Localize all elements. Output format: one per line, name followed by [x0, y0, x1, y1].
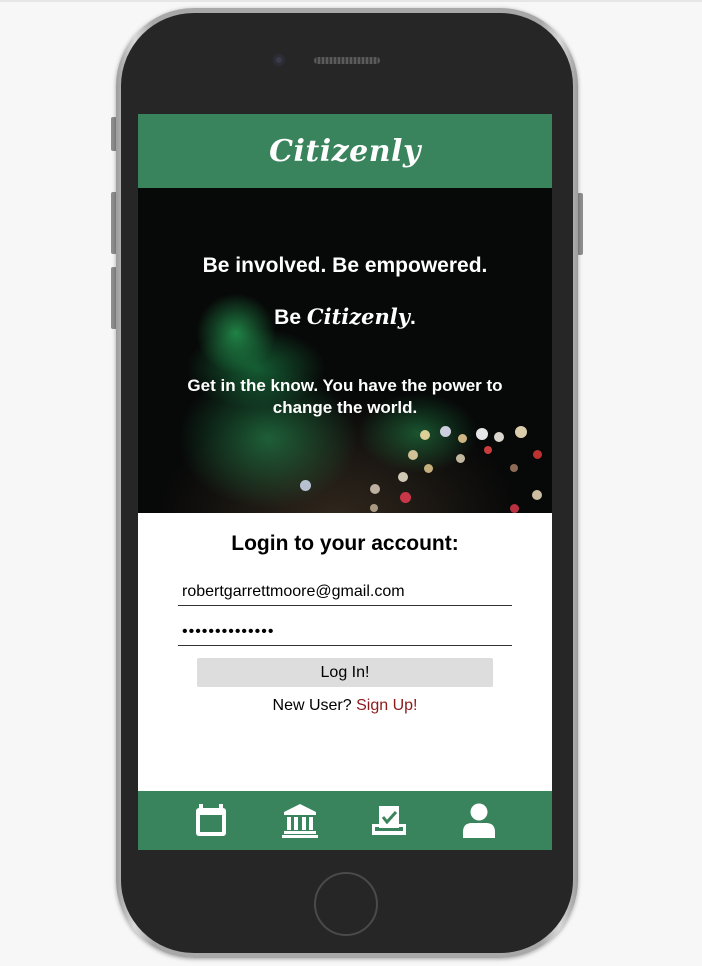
- email-field[interactable]: [178, 578, 512, 606]
- bokeh-light: [494, 432, 504, 442]
- ballot-box-icon: [372, 806, 406, 835]
- login-button[interactable]: Log In!: [197, 658, 493, 687]
- bottom-tab-bar: [138, 791, 552, 850]
- hero-brand-suffix: .: [409, 306, 416, 329]
- bokeh-light: [400, 492, 411, 503]
- bokeh-light: [456, 454, 465, 463]
- hero-banner: Be involved. Be empowered. Be Citizenly.…: [138, 188, 552, 513]
- bokeh-light: [515, 426, 527, 438]
- front-camera: [273, 54, 285, 66]
- calendar-icon: [196, 804, 226, 836]
- password-field[interactable]: [178, 618, 512, 646]
- tab-government[interactable]: [282, 802, 318, 838]
- tab-profile[interactable]: [461, 802, 497, 838]
- bokeh-light: [476, 428, 488, 440]
- hero-brand-prefix: Be: [274, 306, 302, 329]
- signup-link[interactable]: Sign Up!: [356, 697, 417, 714]
- app-logo: Citizenly: [269, 133, 421, 169]
- browser-top-edge: [0, 0, 702, 2]
- bokeh-light: [458, 434, 467, 443]
- bokeh-light: [533, 450, 542, 459]
- app-screen: Citizenly Be involved. Be empowered. Be …: [138, 114, 552, 850]
- hero-headline: Be involved. Be empowered.: [202, 254, 488, 277]
- bokeh-light: [398, 472, 408, 482]
- app-header: Citizenly: [138, 114, 552, 188]
- bokeh-light: [424, 464, 433, 473]
- login-title: Login to your account:: [231, 532, 459, 555]
- bokeh-light: [370, 504, 378, 512]
- bokeh-light: [440, 426, 451, 437]
- home-button[interactable]: [314, 872, 378, 936]
- user-icon: [463, 803, 495, 838]
- bokeh-light: [510, 464, 518, 472]
- bokeh-light: [532, 490, 542, 500]
- tab-ballot[interactable]: [371, 802, 407, 838]
- bokeh-light: [420, 430, 430, 440]
- hero-brand-line: Be Citizenly.: [138, 304, 552, 330]
- bokeh-light: [510, 504, 519, 513]
- bokeh-light: [484, 446, 492, 454]
- government-building-icon: [282, 804, 318, 838]
- tab-calendar[interactable]: [193, 802, 229, 838]
- earpiece-speaker: [314, 57, 380, 64]
- hero-tagline: Get in the know. You have the power to c…: [187, 376, 503, 417]
- bokeh-light: [370, 484, 380, 494]
- hero-brand-name: Citizenly: [306, 304, 410, 329]
- bokeh-light: [300, 480, 311, 491]
- bokeh-light: [408, 450, 418, 460]
- new-user-text: New User?: [272, 697, 352, 714]
- signup-row: New User? Sign Up!: [138, 697, 552, 715]
